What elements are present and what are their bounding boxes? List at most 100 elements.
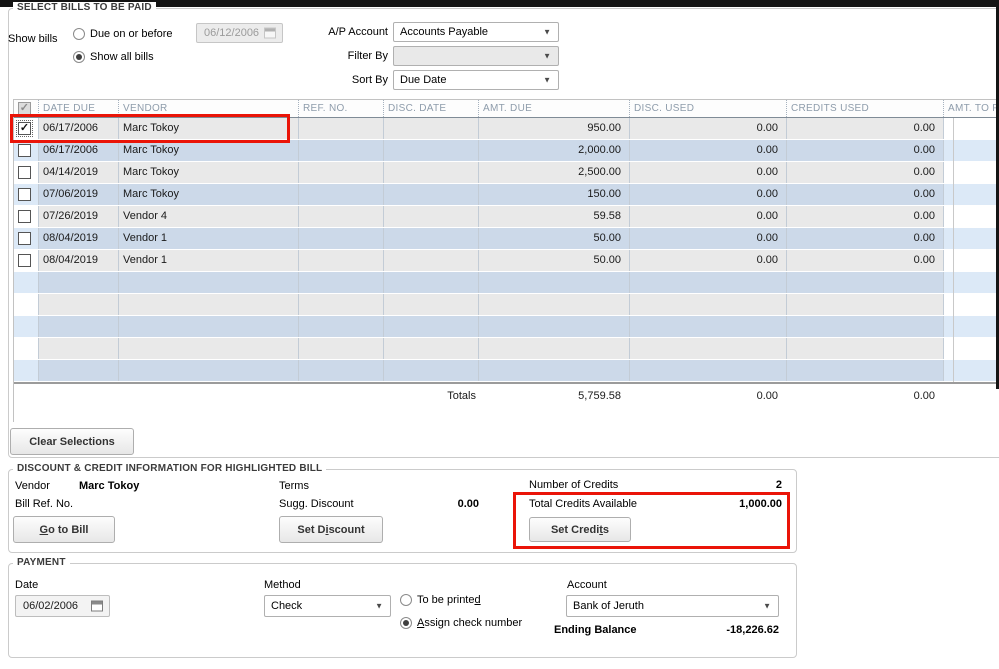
cell-vendor: Vendor 4: [118, 206, 298, 227]
checkbox-cell[interactable]: [14, 250, 38, 271]
select-all-checkbox[interactable]: ✓: [18, 102, 31, 115]
cell-vendor: Marc Tokoy: [118, 184, 298, 205]
calendar-icon[interactable]: [91, 601, 103, 612]
row-checkbox[interactable]: [18, 254, 31, 267]
cell-credits-used: 0.00: [786, 140, 943, 161]
cell-credits-used: 0.00: [786, 206, 943, 227]
select-all-cell[interactable]: ✓: [14, 100, 38, 117]
due-on-or-before-radio[interactable]: [73, 28, 85, 40]
cell-credits-used: 0.00: [786, 184, 943, 205]
due-date-field: 06/12/2006: [196, 23, 283, 43]
row-checkbox[interactable]: [18, 188, 31, 201]
empty-row: [14, 360, 996, 382]
checkbox-cell[interactable]: [14, 140, 38, 161]
method-label: Method: [264, 579, 301, 591]
cell-disc-used: 0.00: [629, 140, 786, 161]
cell-disc-date: [383, 228, 478, 249]
table-row-5[interactable]: 07/26/2019 Vendor 4 59.58 0.00 0.00: [14, 206, 996, 228]
checkbox-cell[interactable]: [14, 184, 38, 205]
table-row-6[interactable]: 08/04/2019 Vendor 1 50.00 0.00 0.00: [14, 228, 996, 250]
chevron-down-icon: ▼: [543, 52, 551, 61]
table-row-4[interactable]: 07/06/2019 Marc Tokoy 150.00 0.00 0.00: [14, 184, 996, 206]
show-all-bills-radio[interactable]: [73, 51, 85, 63]
cell-vendor: Vendor 1: [118, 250, 298, 271]
set-credits-button[interactable]: Set Credits: [529, 517, 631, 542]
checkbox-cell[interactable]: ✓: [14, 118, 38, 139]
method-dropdown[interactable]: Check ▼: [264, 595, 391, 617]
bill-ref-label: Bill Ref. No.: [15, 498, 73, 510]
cell-date-due: 07/26/2019: [38, 206, 118, 227]
number-of-credits-label: Number of Credits: [529, 479, 618, 491]
ending-balance-value: -18,226.62: [649, 624, 779, 636]
cell-amt-to-pay[interactable]: [943, 118, 996, 139]
checkbox-cell[interactable]: [14, 162, 38, 183]
row-checkbox[interactable]: [18, 144, 31, 157]
chevron-down-icon: ▼: [543, 76, 551, 85]
totals-credits-used: 0.00: [786, 384, 943, 423]
set-discount-button[interactable]: Set Discount: [279, 516, 383, 543]
total-credits-label: Total Credits Available: [529, 498, 637, 510]
row-checkbox[interactable]: [18, 232, 31, 245]
col-disc-date: DISC. DATE: [383, 100, 478, 117]
filter-by-dropdown[interactable]: ▼: [393, 46, 559, 66]
cell-date-due: 06/17/2006: [38, 118, 118, 139]
account-dropdown[interactable]: Bank of Jeruth ▼: [566, 595, 779, 617]
clear-selections-button[interactable]: Clear Selections: [10, 428, 134, 455]
sort-by-label: Sort By: [288, 74, 388, 86]
payment-date-value: 06/02/2006: [23, 600, 78, 612]
checkbox-cell[interactable]: [14, 228, 38, 249]
bills-table-header: ✓ DATE DUE VENDOR REF. NO. DISC. DATE AM…: [14, 100, 996, 118]
payment-date-field[interactable]: 06/02/2006: [15, 595, 110, 617]
ap-account-value: Accounts Payable: [400, 26, 488, 38]
cell-date-due: 06/17/2006: [38, 140, 118, 161]
table-row-3[interactable]: 04/14/2019 Marc Tokoy 2,500.00 0.00 0.00: [14, 162, 996, 184]
cell-date-due: 04/14/2019: [38, 162, 118, 183]
cell-ref-no: [298, 228, 383, 249]
assign-check-number-radio[interactable]: [400, 617, 412, 629]
ap-account-dropdown[interactable]: Accounts Payable ▼: [393, 22, 559, 42]
cell-credits-used: 0.00: [786, 228, 943, 249]
row-checkbox[interactable]: [18, 210, 31, 223]
totals-amt-due: 5,759.58: [478, 384, 629, 423]
chevron-down-icon: ▼: [763, 602, 771, 611]
table-row-2[interactable]: 06/17/2006 Marc Tokoy 2,000.00 0.00 0.00: [14, 140, 996, 162]
cell-disc-used: 0.00: [629, 228, 786, 249]
cell-amt-to-pay[interactable]: [943, 228, 996, 249]
cell-amt-to-pay[interactable]: [943, 184, 996, 205]
row-checkbox[interactable]: ✓: [18, 122, 31, 135]
col-amt-due: AMT. DUE: [478, 100, 629, 117]
row-checkbox[interactable]: [18, 166, 31, 179]
empty-row: [14, 272, 996, 294]
due-date-value: 06/12/2006: [204, 27, 259, 39]
sugg-discount-label: Sugg. Discount: [279, 498, 354, 510]
col-vendor: VENDOR: [118, 100, 298, 117]
to-be-printed-radio[interactable]: [400, 594, 412, 606]
checkbox-cell[interactable]: [14, 206, 38, 227]
cell-ref-no: [298, 250, 383, 271]
assign-check-number-label: Assign check number: [417, 617, 522, 629]
cell-amt-due: 59.58: [478, 206, 629, 227]
table-row-7[interactable]: 08/04/2019 Vendor 1 50.00 0.00 0.00: [14, 250, 996, 272]
col-credits-used: CREDITS USED: [786, 100, 943, 117]
col-disc-used: DISC. USED: [629, 100, 786, 117]
cell-vendor: Marc Tokoy: [118, 118, 298, 139]
sort-by-dropdown[interactable]: Due Date ▼: [393, 70, 559, 90]
cell-date-due: 08/04/2019: [38, 228, 118, 249]
cell-ref-no: [298, 162, 383, 183]
cell-disc-date: [383, 250, 478, 271]
cell-amt-to-pay[interactable]: [943, 250, 996, 271]
sugg-discount-value: 0.00: [389, 498, 479, 510]
cell-credits-used: 0.00: [786, 162, 943, 183]
account-label: Account: [567, 579, 607, 591]
cell-ref-no: [298, 184, 383, 205]
cell-disc-date: [383, 140, 478, 161]
totals-disc-used: 0.00: [629, 384, 786, 423]
cell-amt-to-pay[interactable]: [943, 206, 996, 227]
cell-amt-to-pay[interactable]: [943, 140, 996, 161]
cell-disc-date: [383, 206, 478, 227]
cell-amt-to-pay[interactable]: [943, 162, 996, 183]
pay-bills-window: SELECT BILLS TO BE PAID Show bills Due o…: [0, 0, 999, 669]
table-row-1[interactable]: ✓ 06/17/2006 Marc Tokoy 950.00 0.00 0.00: [14, 118, 996, 140]
cell-disc-used: 0.00: [629, 184, 786, 205]
go-to-bill-button[interactable]: Go to Bill: [13, 516, 115, 543]
